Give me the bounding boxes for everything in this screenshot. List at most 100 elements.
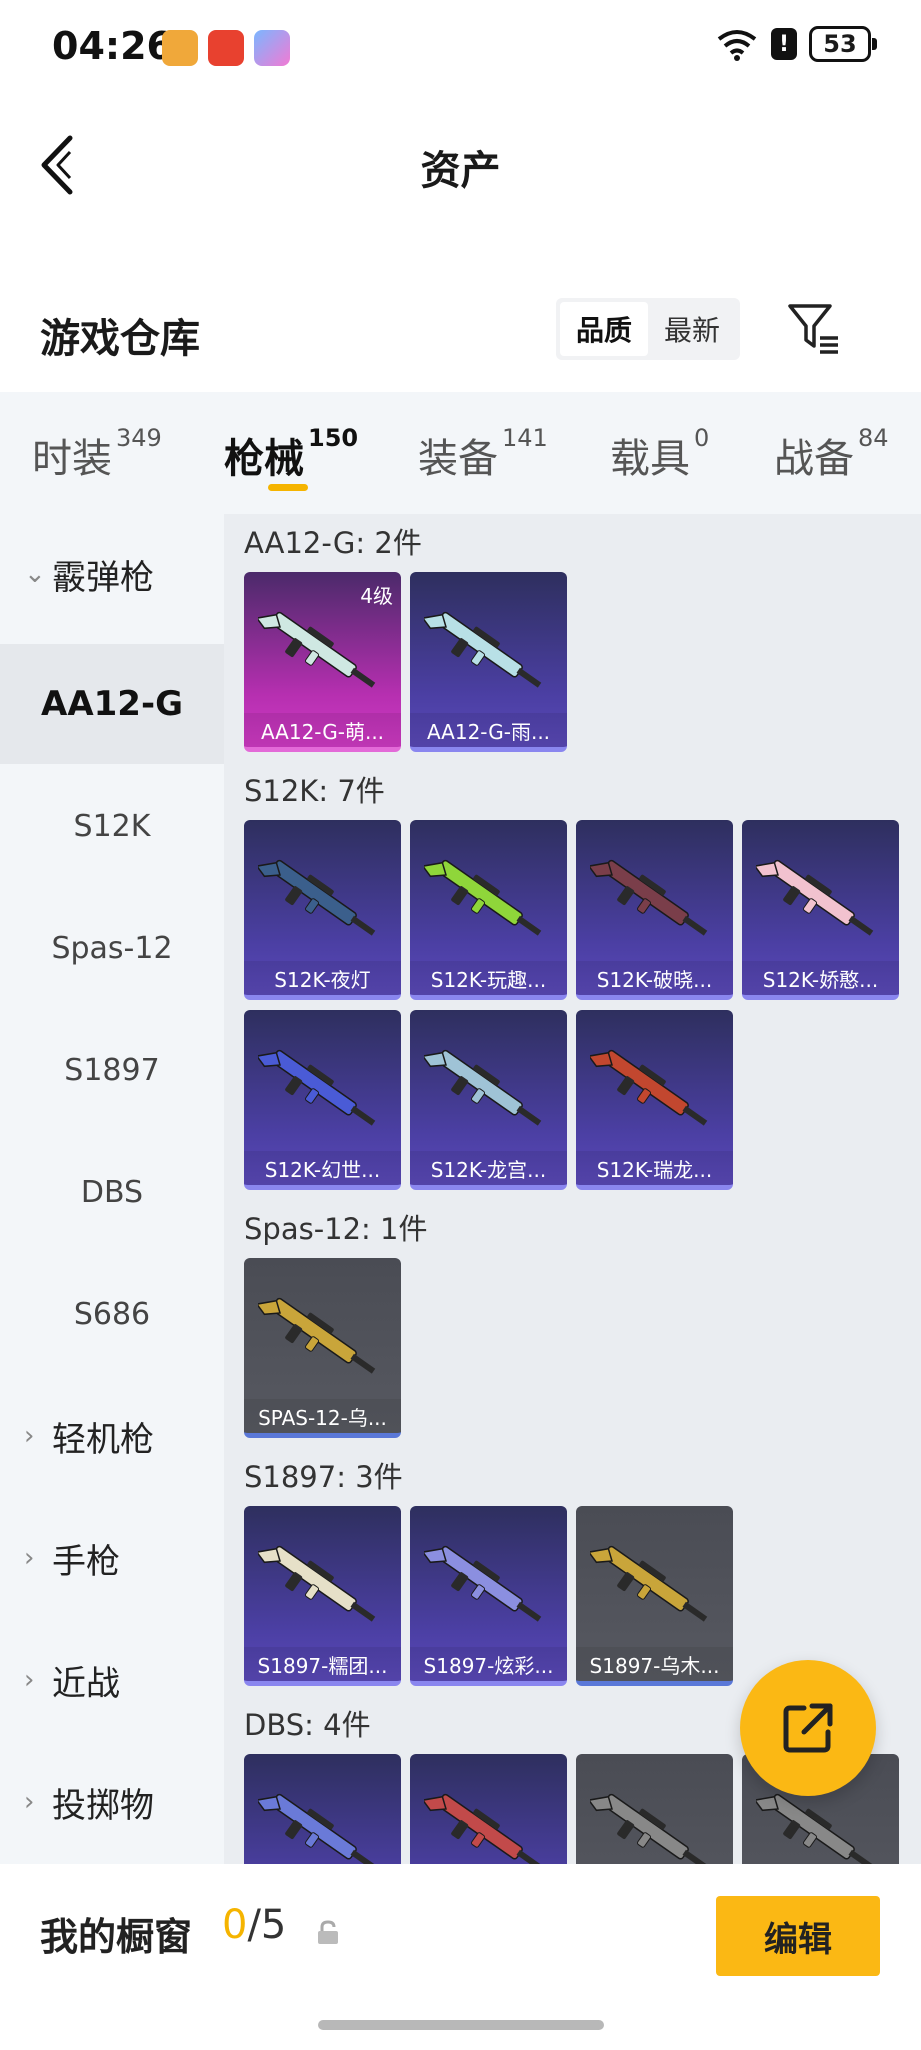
shotgun-icon xyxy=(424,859,542,936)
active-tab-indicator xyxy=(268,484,308,491)
weapon-skin-card[interactable]: 4级 AA12-G-萌... xyxy=(244,572,401,752)
tab-combat-gear[interactable]: 战备 84 xyxy=(774,424,889,484)
item-name: S12K-玩趣... xyxy=(410,961,567,995)
item-name: S1897-炫彩... xyxy=(410,1647,567,1681)
tab-count: 84 xyxy=(858,424,889,452)
item-name: S12K-龙宫... xyxy=(410,1151,567,1185)
tab-count: 0 xyxy=(694,424,710,452)
item-name: S12K-夜灯 xyxy=(244,961,401,995)
item-name: S1897-糯团... xyxy=(244,1647,401,1681)
sidebar-group-label: 手枪 xyxy=(52,1541,120,1582)
showcase-count-current: 0 xyxy=(222,1902,248,1948)
shotgun-icon xyxy=(258,1049,376,1126)
tab-label: 载具 xyxy=(610,436,690,482)
shotgun-icon xyxy=(590,1545,708,1622)
game-center-app-icon xyxy=(162,30,198,66)
item-name: S12K-幻世... xyxy=(244,1151,401,1185)
sidebar-item-s12k[interactable]: S12K xyxy=(0,766,224,886)
shotgun-icon xyxy=(258,859,376,936)
lock-icon xyxy=(318,1920,338,1944)
item-name: S12K-娇憨... xyxy=(742,961,899,995)
weapon-skin-card[interactable]: AA12-G-雨... xyxy=(410,572,567,752)
tab-label: 装备 xyxy=(418,436,498,482)
item-name: AA12-G-雨... xyxy=(410,713,567,747)
sidebar-item-dbs[interactable]: DBS xyxy=(0,1132,224,1252)
alert-icon: ! xyxy=(771,28,797,60)
shotgun-icon xyxy=(590,859,708,936)
status-bar: 04:26 ! 53 xyxy=(0,0,921,96)
sort-toggle: 品质 最新 xyxy=(556,298,740,360)
showcase-count-total: /5 xyxy=(247,1902,287,1948)
weapon-skin-card[interactable]: S12K-夜灯 xyxy=(244,820,401,1000)
tab-firearms[interactable]: 枪械 150 xyxy=(224,424,359,484)
sidebar-item-spas12[interactable]: Spas-12 xyxy=(0,888,224,1008)
weapon-skin-card[interactable]: S12K-破晓... xyxy=(576,820,733,1000)
shotgun-icon xyxy=(424,611,542,688)
sidebar-item-s1897[interactable]: S1897 xyxy=(0,1010,224,1130)
chevron-right-icon: › xyxy=(24,1787,35,1817)
section-title: S1897: 3件 xyxy=(244,1460,403,1494)
battery-icon: 53 xyxy=(809,26,877,62)
item-name: S12K-瑞龙... xyxy=(576,1151,733,1185)
sort-by-newest[interactable]: 最新 xyxy=(648,302,736,356)
shotgun-icon xyxy=(258,1545,376,1622)
tab-count: 141 xyxy=(502,424,548,452)
share-button[interactable] xyxy=(740,1660,876,1796)
chevron-right-icon: › xyxy=(24,1543,35,1573)
status-indicators: ! 53 xyxy=(715,26,877,62)
sidebar-group-shotgun[interactable]: ⌄ 霰弹枪 xyxy=(0,514,224,634)
weapon-skin-card[interactable]: S1897-炫彩... xyxy=(410,1506,567,1686)
weapon-skin-card[interactable]: S12K-瑞龙... xyxy=(576,1010,733,1190)
item-name: AA12-G-萌... xyxy=(244,713,401,747)
shotgun-icon xyxy=(424,1049,542,1126)
shotgun-icon xyxy=(258,1297,376,1374)
tab-fashion[interactable]: 时装 349 xyxy=(32,424,162,484)
sidebar-group-lmg[interactable]: › 轻机枪 xyxy=(0,1376,224,1496)
weapon-skin-card[interactable] xyxy=(576,1754,733,1864)
weapon-skin-card[interactable]: S12K-幻世... xyxy=(244,1010,401,1190)
shotgun-icon xyxy=(590,1793,708,1864)
category-tabs: 时装 349 枪械 150 装备 141 载具 0 战备 84 xyxy=(0,392,921,514)
sidebar: ⌄ 霰弹枪 AA12-G S12K Spas-12 S1897 DBS S686… xyxy=(0,514,224,1864)
filter-icon[interactable] xyxy=(786,300,842,356)
shotgun-icon xyxy=(756,859,874,936)
shotgun-icon xyxy=(424,1793,542,1864)
status-time: 04:26 xyxy=(52,24,173,68)
tab-label: 时装 xyxy=(32,436,112,482)
video-call-app-icon xyxy=(208,30,244,66)
shopping-app-icon xyxy=(254,30,290,66)
tab-vehicles[interactable]: 载具 0 xyxy=(610,424,710,484)
sidebar-group-melee[interactable]: › 近战 xyxy=(0,1620,224,1740)
shotgun-icon xyxy=(258,611,376,688)
showcase-count: 0/5 xyxy=(222,1902,286,1948)
weapon-skin-card[interactable] xyxy=(244,1754,401,1864)
weapon-skin-card[interactable] xyxy=(410,1754,567,1864)
section-title: DBS: 4件 xyxy=(244,1708,371,1742)
edit-button[interactable]: 编辑 xyxy=(716,1896,880,1976)
sidebar-group-label: 近战 xyxy=(52,1663,120,1704)
share-external-icon xyxy=(783,1703,833,1753)
sort-by-quality[interactable]: 品质 xyxy=(560,302,648,356)
weapon-skin-card[interactable]: S12K-龙宫... xyxy=(410,1010,567,1190)
tab-count: 150 xyxy=(308,424,359,452)
weapon-skin-card[interactable]: S12K-玩趣... xyxy=(410,820,567,1000)
item-name: S1897-乌木... xyxy=(576,1647,733,1681)
tab-equipment[interactable]: 装备 141 xyxy=(418,424,548,484)
tab-count: 349 xyxy=(116,424,162,452)
chevron-right-icon: › xyxy=(24,1665,35,1695)
weapon-skin-card[interactable]: SPAS-12-乌... xyxy=(244,1258,401,1438)
weapon-skin-card[interactable]: S12K-娇憨... xyxy=(742,820,899,1000)
sidebar-group-pistol[interactable]: › 手枪 xyxy=(0,1498,224,1618)
weapon-skin-card[interactable]: S1897-糯团... xyxy=(244,1506,401,1686)
weapon-skin-card[interactable]: S1897-乌木... xyxy=(576,1506,733,1686)
tab-label: 枪械 xyxy=(224,436,304,482)
shotgun-icon xyxy=(590,1049,708,1126)
chevron-right-icon: › xyxy=(24,1421,35,1451)
sidebar-item-s686[interactable]: S686 xyxy=(0,1254,224,1374)
warehouse-title: 游戏仓库 xyxy=(40,316,200,362)
item-level-badge: 4级 xyxy=(360,584,393,608)
sidebar-group-throwable[interactable]: › 投掷物 xyxy=(0,1742,224,1862)
sidebar-group-label: 霰弹枪 xyxy=(52,557,154,598)
sidebar-item-aa12g[interactable]: AA12-G xyxy=(0,644,224,764)
home-indicator xyxy=(318,2020,604,2030)
